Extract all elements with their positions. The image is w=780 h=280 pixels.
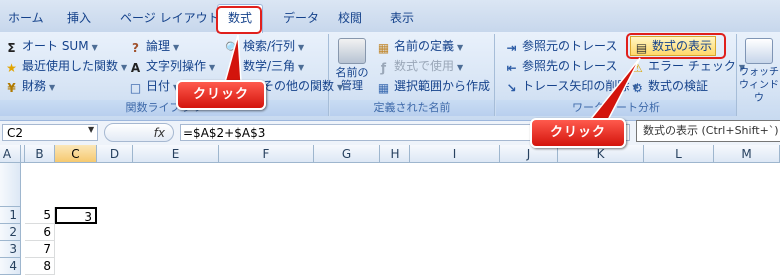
click-callout-button: クリック: [530, 118, 626, 148]
click-callout-tab: クリック: [176, 80, 266, 110]
callout-pointer-button: [588, 57, 641, 121]
show-formulas-tooltip: 数式の表示 (Ctrl+Shift+`): [636, 120, 780, 142]
callout-pointer-tab: [224, 34, 242, 83]
